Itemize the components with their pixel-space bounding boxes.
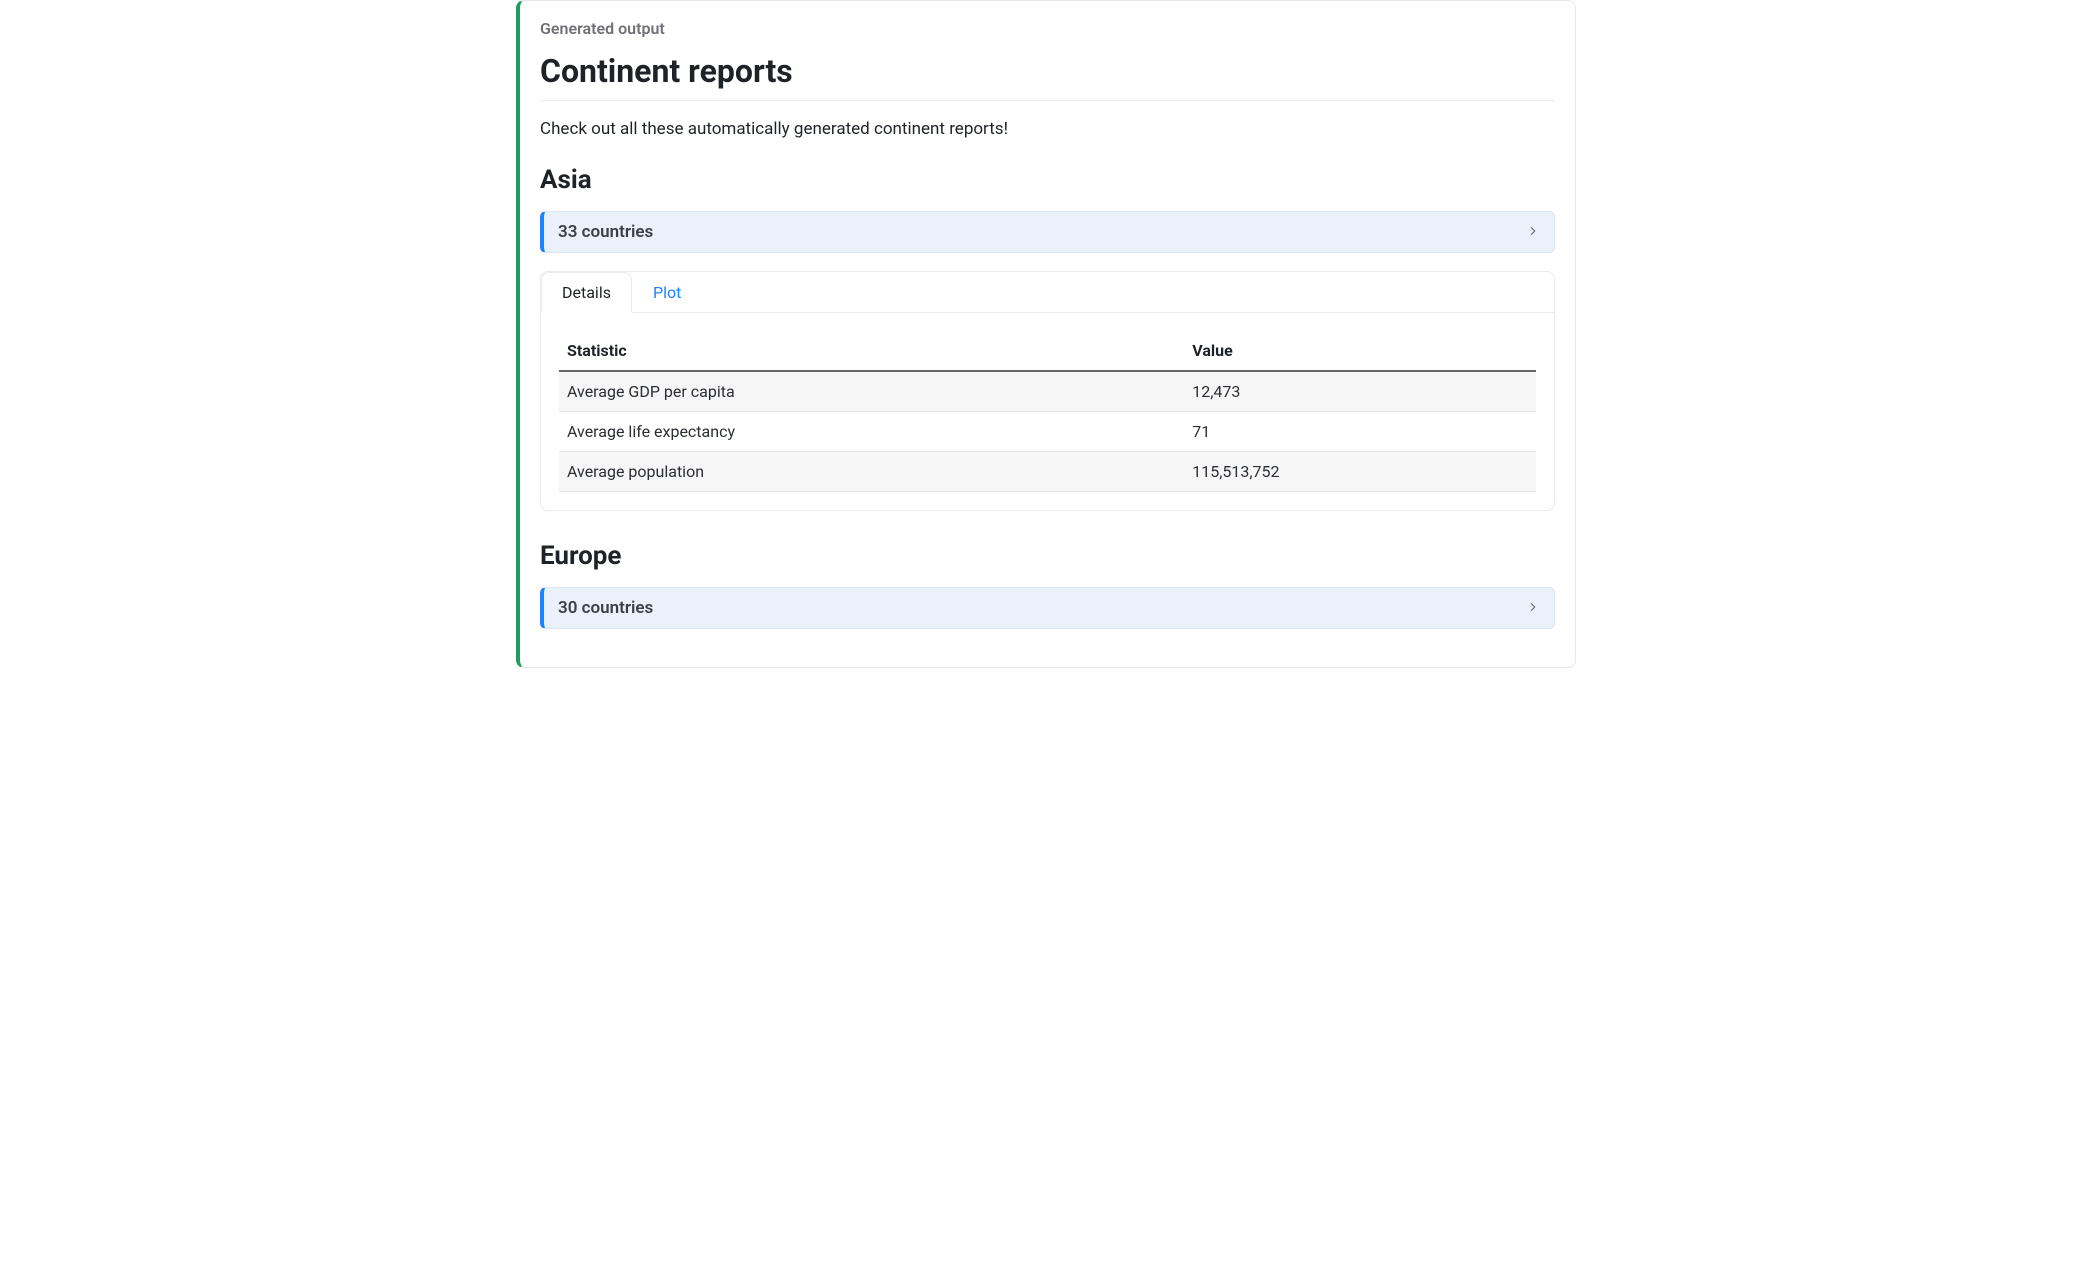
page-title: Continent reports [540, 52, 1555, 101]
header-value: Value [1184, 331, 1536, 371]
section-asia: Asia 33 countries Details Plot Statistic… [540, 165, 1555, 511]
chevron-right-icon [1526, 223, 1540, 242]
tabs-container-asia: Details Plot Statistic Value Average GDP… [540, 271, 1555, 511]
section-title-europe: Europe [540, 541, 1555, 571]
cell-value: 12,473 [1184, 371, 1536, 412]
cell-stat: Average life expectancy [559, 412, 1184, 452]
chevron-right-icon [1526, 599, 1540, 618]
table-row: Average GDP per capita 12,473 [559, 371, 1536, 412]
generated-output-card: Generated output Continent reports Check… [516, 0, 1576, 668]
cell-stat: Average GDP per capita [559, 371, 1184, 412]
intro-text: Check out all these automatically genera… [540, 119, 1555, 139]
header-statistic: Statistic [559, 331, 1184, 371]
tab-details[interactable]: Details [541, 272, 632, 313]
tab-plot[interactable]: Plot [632, 272, 702, 312]
section-title-asia: Asia [540, 165, 1555, 195]
output-label: Generated output [540, 19, 1555, 38]
tabs-header: Details Plot [541, 272, 1554, 313]
expander-europe-countries[interactable]: 30 countries [540, 587, 1555, 629]
expander-asia-countries[interactable]: 33 countries [540, 211, 1555, 253]
expander-title: 33 countries [558, 222, 653, 242]
table-header-row: Statistic Value [559, 331, 1536, 371]
stats-table-asia: Statistic Value Average GDP per capita 1… [559, 331, 1536, 492]
cell-value: 71 [1184, 412, 1536, 452]
section-europe: Europe 30 countries [540, 541, 1555, 629]
table-row: Average life expectancy 71 [559, 412, 1536, 452]
cell-value: 115,513,752 [1184, 452, 1536, 492]
cell-stat: Average population [559, 452, 1184, 492]
table-row: Average population 115,513,752 [559, 452, 1536, 492]
expander-title: 30 countries [558, 598, 653, 618]
